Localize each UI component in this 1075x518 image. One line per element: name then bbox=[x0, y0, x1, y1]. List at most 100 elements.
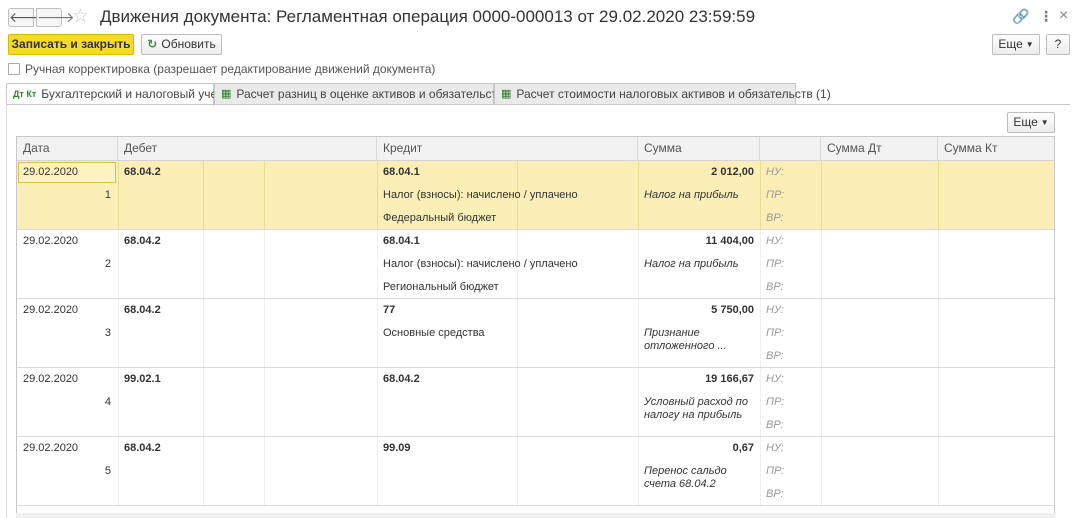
column-separator bbox=[377, 437, 378, 506]
help-button[interactable]: ? bbox=[1046, 34, 1070, 55]
cell-content: Перенос сальдо счета 68.04.2 bbox=[644, 465, 727, 490]
column-separator bbox=[264, 161, 265, 230]
cell-accounting-type-label: НУ: bbox=[766, 166, 784, 178]
column-separator bbox=[760, 161, 761, 230]
column-header-sum-kt[interactable]: Сумма Кт bbox=[938, 137, 1054, 161]
favorite-star-icon[interactable]: ☆ bbox=[72, 5, 89, 29]
cell-accounting-type-label: ВР: bbox=[766, 419, 784, 431]
column-separator bbox=[821, 437, 822, 506]
cell-date: 29.02.2020 bbox=[23, 235, 79, 247]
cell-row-number: 5 bbox=[104, 465, 111, 477]
column-separator bbox=[821, 368, 822, 437]
cell-date: 29.02.2020 bbox=[23, 373, 79, 385]
tab-divider bbox=[6, 104, 1070, 105]
column-separator bbox=[638, 299, 639, 368]
tab-assets-difference-label: Расчет разниц в оценке активов и обязате… bbox=[236, 87, 522, 101]
cell-date: 29.02.2020 bbox=[23, 304, 79, 316]
cell-row-number: 3 bbox=[104, 327, 111, 339]
more-menu-icon[interactable]: ⋮ bbox=[1039, 7, 1053, 25]
column-separator bbox=[264, 230, 265, 299]
column-header-debit[interactable]: Дебет bbox=[118, 137, 377, 161]
tab-assets-difference[interactable]: ▦ Расчет разниц в оценке активов и обязат… bbox=[214, 83, 521, 105]
table-row[interactable]: 29.02.2020 4 99.02.1 68.04.2 19 166,67 Условн… bbox=[17, 368, 1054, 437]
cell-date: 29.02.2020 bbox=[23, 166, 79, 178]
column-header-sum-dt[interactable]: Сумма Дт bbox=[821, 137, 938, 161]
column-separator bbox=[638, 161, 639, 230]
column-separator bbox=[760, 230, 761, 299]
table-row[interactable]: 29.02.2020 5 68.04.2 99.09 0,67 Перенос сальд… bbox=[17, 437, 1054, 506]
cell-debit-account: 68.04.2 bbox=[124, 235, 161, 247]
cell-credit-account: 68.04.1 bbox=[383, 235, 420, 247]
column-separator bbox=[938, 161, 939, 230]
column-separator bbox=[821, 161, 822, 230]
tab-tax-assets-label: Расчет стоимости налоговых активов и обя… bbox=[516, 87, 831, 101]
panel-more-button[interactable]: Еще ▼ bbox=[1007, 112, 1055, 133]
column-separator bbox=[118, 161, 119, 230]
column-header-sum[interactable]: Сумма bbox=[638, 137, 760, 161]
cell-sum: 11 404,00 bbox=[705, 235, 754, 247]
cell-sum: 5 750,00 bbox=[711, 304, 754, 316]
window-title: Движения документа: Регламентная операци… bbox=[100, 7, 756, 26]
column-separator bbox=[264, 299, 265, 368]
column-separator bbox=[938, 230, 939, 299]
tab-accounting-label: Бухгалтерский и налоговый учет (5) bbox=[41, 87, 241, 101]
cell-row-number: 1 bbox=[104, 189, 111, 201]
column-separator bbox=[377, 299, 378, 368]
cell-debit-account: 68.04.2 bbox=[124, 304, 161, 316]
close-icon[interactable]: × bbox=[1059, 7, 1068, 25]
forward-arrow-icon[interactable]: 🡒 bbox=[36, 8, 75, 27]
more-button[interactable]: Еще ▼ bbox=[992, 34, 1040, 55]
cell-credit-account: 68.04.2 bbox=[383, 373, 420, 385]
save-and-close-button[interactable]: Записать и закрыть bbox=[8, 34, 134, 55]
cell-sum: 0,67 bbox=[732, 442, 754, 454]
movements-table[interactable]: Дата Дебет Кредит Сумма Сумма Дт Сумма К… bbox=[16, 136, 1055, 518]
cell-sum: 19 166,67 bbox=[705, 373, 754, 385]
cell-content: Налог на прибыль bbox=[644, 258, 739, 270]
column-separator bbox=[118, 368, 119, 437]
caret-down-icon: ▼ bbox=[1025, 40, 1034, 49]
cell-date: 29.02.2020 bbox=[23, 442, 79, 454]
panel-border bbox=[6, 104, 7, 518]
table-row[interactable]: 29.02.2020 1 68.04.2 68.04.1 Налог (взносы):… bbox=[17, 161, 1054, 230]
manual-correction-label: Ручная корректировка (разрешает редактир… bbox=[25, 62, 436, 76]
column-separator bbox=[264, 368, 265, 437]
cell-content: Условный расход по налогу на прибыль bbox=[644, 396, 748, 421]
cell-accounting-type-label: ПР: bbox=[766, 465, 785, 477]
column-separator bbox=[118, 230, 119, 299]
cell-credit-account: 77 bbox=[383, 304, 396, 316]
column-separator bbox=[118, 437, 119, 506]
column-separator bbox=[938, 437, 939, 506]
refresh-button[interactable]: ↻ Обновить bbox=[141, 34, 222, 55]
cell-credit-account: 99.09 bbox=[383, 442, 411, 454]
tab-tax-assets[interactable]: ▦ Расчет стоимости налоговых активов и об… bbox=[494, 83, 831, 105]
cell-accounting-type-label: ПР: bbox=[766, 396, 785, 408]
link-icon[interactable]: 🔗 bbox=[1012, 7, 1029, 25]
column-separator bbox=[821, 299, 822, 368]
refresh-label: Обновить bbox=[161, 37, 216, 51]
horizontal-scrollbar[interactable] bbox=[16, 513, 1056, 518]
cell-sum: 2 012,00 bbox=[711, 166, 754, 178]
cell-accounting-type-label: НУ: bbox=[766, 235, 784, 247]
manual-correction-checkbox[interactable]: Ручная корректировка (разрешает редактир… bbox=[8, 62, 435, 78]
cell-accounting-type-label: ПР: bbox=[766, 258, 785, 270]
title-bar: 🡐 🡒 ☆ Движения документа: Регламентная о… bbox=[0, 0, 1075, 34]
column-separator bbox=[760, 368, 761, 437]
cell-accounting-type-label: ВР: bbox=[766, 488, 784, 500]
checkbox-box[interactable] bbox=[8, 63, 20, 75]
column-header-blank[interactable] bbox=[760, 137, 821, 161]
table-row[interactable]: 29.02.2020 2 68.04.2 68.04.1 Налог (взносы):… bbox=[17, 230, 1054, 299]
column-separator bbox=[821, 230, 822, 299]
cell-debit-account: 68.04.2 bbox=[124, 166, 161, 178]
cell-debit-account: 99.02.1 bbox=[124, 373, 161, 385]
column-separator bbox=[638, 368, 639, 437]
cell-accounting-type-label: ВР: bbox=[766, 350, 784, 362]
cell-content: Признание отложенного ... bbox=[644, 327, 727, 352]
tab-accounting[interactable]: Дт Кт Бухгалтерский и налоговый учет (5) bbox=[6, 83, 240, 106]
cell-credit-subconto-1: Налог (взносы): начислено / уплачено bbox=[383, 189, 578, 201]
column-header-credit[interactable]: Кредит bbox=[377, 137, 638, 161]
column-header-date[interactable]: Дата bbox=[17, 137, 118, 161]
more-label: Еще bbox=[998, 37, 1023, 51]
back-arrow-icon[interactable]: 🡐 bbox=[8, 8, 47, 27]
table-row[interactable]: 29.02.2020 3 68.04.2 77 Основные средства 5 7… bbox=[17, 299, 1054, 368]
column-separator bbox=[638, 437, 639, 506]
